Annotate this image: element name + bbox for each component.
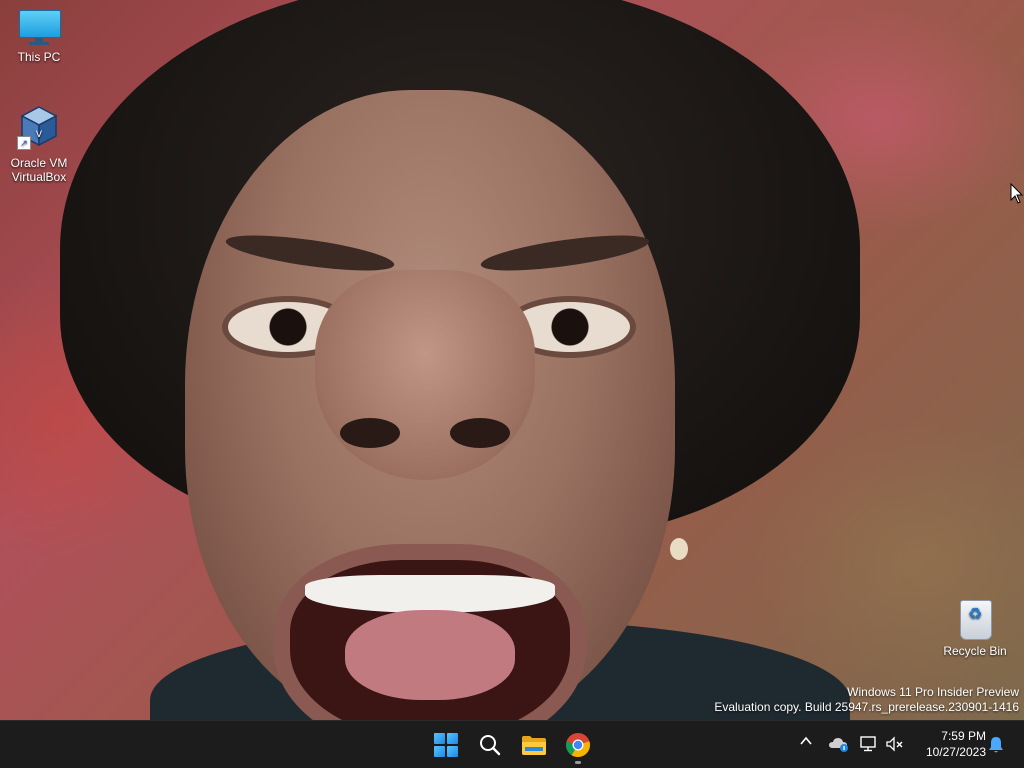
chevron-up-icon: [800, 736, 812, 745]
onedrive-tray-button[interactable]: [828, 733, 850, 755]
volume-tray-button[interactable]: [884, 733, 906, 755]
onedrive-icon: [829, 738, 848, 752]
windows-start-icon: [434, 733, 458, 757]
wallpaper-left-nostril: [340, 418, 400, 448]
network-icon: [860, 736, 876, 752]
wallpaper-earring: [670, 538, 688, 560]
watermark-build: Evaluation copy. Build 25947.rs_prerelea…: [714, 700, 1019, 714]
shortcut-arrow-icon: ↗: [17, 136, 31, 150]
desktop[interactable]: This PC V ↗ Oracle VM VirtualBox ♻ Recyc…: [0, 0, 1024, 720]
file-explorer-button[interactable]: [514, 725, 554, 765]
desktop-icon-label: This PC: [17, 50, 61, 64]
virtualbox-icon: V ↗: [17, 104, 61, 152]
chrome-button[interactable]: [558, 725, 598, 765]
this-pc-icon: [17, 8, 61, 46]
wallpaper-teeth: [305, 575, 555, 613]
wallpaper-nose: [315, 270, 535, 480]
svg-text:V: V: [36, 130, 43, 140]
wallpaper-right-nostril: [450, 418, 510, 448]
start-button[interactable]: [426, 725, 466, 765]
volume-muted-icon: [886, 736, 903, 752]
desktop-icon-recycle-bin[interactable]: ♻ Recycle Bin: [937, 596, 1013, 658]
recycle-bin-icon: ♻: [955, 596, 995, 640]
network-tray-button[interactable]: [858, 733, 880, 755]
show-hidden-icons-button[interactable]: [796, 734, 816, 751]
chrome-icon: [566, 733, 590, 758]
desktop-icon-this-pc[interactable]: This PC: [1, 8, 77, 64]
search-icon: [480, 735, 501, 756]
taskbar: 7:59 PM 10/27/2023: [0, 720, 1024, 768]
watermark-edition: Windows 11 Pro Insider Preview: [847, 685, 1019, 699]
desktop-icon-label: Oracle VM VirtualBox: [10, 156, 68, 184]
desktop-icon-virtualbox[interactable]: V ↗ Oracle VM VirtualBox: [1, 104, 77, 184]
mouse-cursor-icon: [1010, 182, 1024, 210]
wallpaper-tongue: [345, 610, 515, 700]
taskbar-clock[interactable]: 7:59 PM 10/27/2023: [906, 728, 986, 760]
desktop-icon-label: Recycle Bin: [943, 644, 1007, 658]
windows-watermark: Windows 11 Pro Insider Preview Evaluatio…: [714, 685, 1019, 715]
running-indicator: [575, 761, 581, 764]
clock-date: 10/27/2023: [925, 745, 986, 759]
bell-icon: [989, 737, 1003, 753]
notification-button[interactable]: [985, 734, 1007, 756]
clock-time: 7:59 PM: [941, 729, 986, 743]
search-button[interactable]: [470, 725, 510, 765]
folder-icon: [522, 736, 546, 755]
